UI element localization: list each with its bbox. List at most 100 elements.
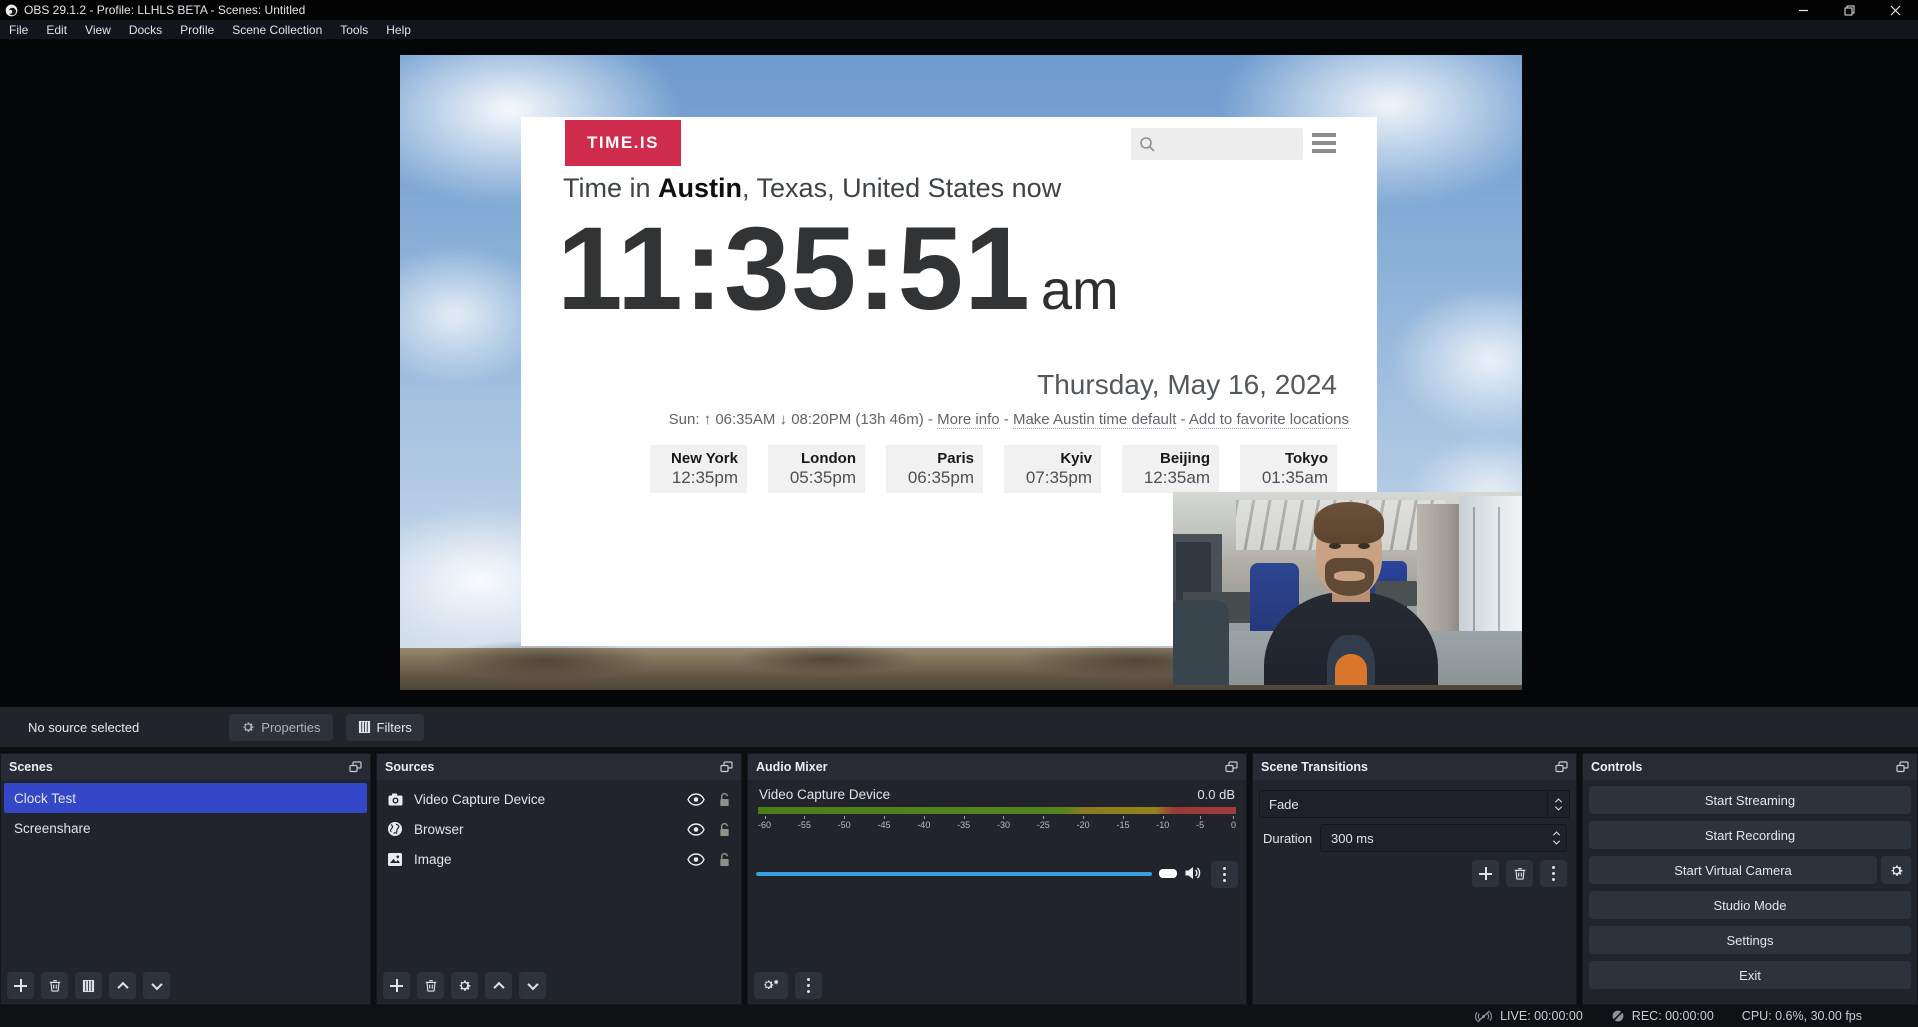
start-streaming-button[interactable]: Start Streaming — [1589, 786, 1911, 814]
virtual-camera-settings-button[interactable] — [1881, 856, 1911, 884]
controls-panel-header[interactable]: Controls — [1583, 754, 1917, 780]
filters-icon — [358, 720, 371, 734]
webcam-overlay[interactable] — [1173, 492, 1522, 685]
speaker-icon[interactable] — [1184, 865, 1202, 881]
person-eyebrow — [1357, 537, 1373, 540]
lock-icon[interactable] — [718, 792, 731, 807]
source-row-browser[interactable]: Browser — [377, 814, 741, 844]
scene-filters-button[interactable] — [75, 972, 102, 999]
visibility-eye-icon[interactable] — [687, 793, 705, 806]
menu-profile[interactable]: Profile — [171, 20, 223, 39]
menu-edit[interactable]: Edit — [37, 20, 76, 39]
properties-button[interactable]: Properties — [229, 714, 332, 741]
menu-help[interactable]: Help — [377, 20, 420, 39]
scene-item-screenshare[interactable]: Screenshare — [4, 813, 367, 843]
volume-slider-handle[interactable] — [1159, 869, 1177, 878]
source-label: Browser — [414, 822, 464, 837]
popout-icon[interactable] — [1225, 761, 1238, 773]
popout-icon[interactable] — [720, 761, 733, 773]
add-source-button[interactable] — [383, 972, 410, 999]
move-source-down-button[interactable] — [519, 972, 546, 999]
move-scene-up-button[interactable] — [109, 972, 136, 999]
hamburger-menu-icon[interactable] — [1312, 133, 1336, 157]
popout-icon[interactable] — [349, 761, 362, 773]
source-row-image[interactable]: Image — [377, 844, 741, 874]
sources-panel-header[interactable]: Sources — [377, 754, 741, 780]
sources-panel: Sources Video Capture Device Browser — [376, 753, 742, 1005]
search-icon — [1139, 136, 1156, 153]
city-kyiv[interactable]: Kyiv 07:35pm — [1004, 445, 1101, 493]
chevron-up-icon — [117, 981, 128, 992]
exit-button[interactable]: Exit — [1589, 961, 1911, 989]
add-scene-button[interactable] — [7, 972, 34, 999]
start-virtual-camera-button[interactable]: Start Virtual Camera — [1589, 856, 1877, 884]
popout-icon[interactable] — [1555, 761, 1568, 773]
advanced-audio-button[interactable] — [754, 972, 788, 999]
rec-timer: REC: 00:00:00 — [1632, 1009, 1714, 1023]
chevron-down-icon — [527, 978, 538, 989]
remove-scene-button[interactable] — [41, 972, 68, 999]
remove-source-button[interactable] — [417, 972, 444, 999]
city-tokyo[interactable]: Tokyo 01:35am — [1240, 445, 1337, 493]
source-row-video-capture[interactable]: Video Capture Device — [377, 784, 741, 814]
city-time: 12:35pm — [650, 468, 738, 488]
popout-icon[interactable] — [1896, 761, 1909, 773]
kebab-icon — [807, 978, 810, 993]
chevron-down-icon — [1555, 803, 1562, 810]
move-scene-down-button[interactable] — [143, 972, 170, 999]
audio-mixer-panel-header[interactable]: Audio Mixer — [748, 754, 1246, 780]
select-arrows[interactable] — [1547, 791, 1569, 817]
close-button[interactable] — [1872, 0, 1918, 20]
lock-icon[interactable] — [718, 822, 731, 837]
add-transition-button[interactable] — [1472, 860, 1499, 887]
timeis-logo[interactable]: TIME.IS — [565, 120, 681, 166]
menu-file[interactable]: File — [0, 20, 37, 39]
filters-button[interactable]: Filters — [346, 714, 424, 741]
more-info-link[interactable]: More info — [937, 411, 1000, 429]
scene-item-clock-test[interactable]: Clock Test — [4, 783, 367, 813]
restore-button[interactable] — [1826, 0, 1872, 20]
city-paris[interactable]: Paris 06:35pm — [886, 445, 983, 493]
spin-down-icon[interactable] — [1553, 838, 1560, 845]
menu-docks[interactable]: Docks — [120, 20, 171, 39]
lock-icon[interactable] — [718, 852, 731, 867]
minimize-button[interactable] — [1780, 0, 1826, 20]
mixer-options-button[interactable] — [1211, 861, 1238, 888]
make-default-link[interactable]: Make Austin time default — [1013, 411, 1176, 429]
duration-spinbox[interactable]: 300 ms — [1320, 824, 1567, 852]
search-input[interactable] — [1131, 128, 1303, 160]
city-newyork[interactable]: New York 12:35pm — [650, 445, 747, 493]
scenes-panel-header[interactable]: Scenes — [1, 754, 370, 780]
heading-city: Austin — [658, 173, 742, 203]
plus-icon — [390, 979, 403, 992]
city-london[interactable]: London 05:35pm — [768, 445, 865, 493]
scene-preview-canvas[interactable]: TIME.IS Time in Austin, Texas, United St… — [400, 55, 1522, 690]
scene-transitions-panel-header[interactable]: Scene Transitions — [1253, 754, 1576, 780]
selected-source-toolbar: No source selected Properties Filters — [0, 707, 1918, 747]
mixer-menu-button[interactable] — [795, 972, 822, 999]
properties-label: Properties — [261, 720, 320, 735]
heading-suffix: , Texas, United States now — [742, 173, 1061, 203]
studio-mode-button[interactable]: Studio Mode — [1589, 891, 1911, 919]
volume-slider[interactable] — [756, 872, 1152, 876]
transition-menu-button[interactable] — [1540, 860, 1567, 887]
shirt-logo — [1335, 654, 1366, 685]
clock-digits: 11:35:51 — [557, 203, 1031, 335]
source-properties-button[interactable] — [451, 972, 478, 999]
add-favorite-link[interactable]: Add to favorite locations — [1189, 411, 1349, 429]
city-beijing[interactable]: Beijing 12:35am — [1122, 445, 1219, 493]
chair-silhouette — [1173, 600, 1229, 685]
settings-button[interactable]: Settings — [1589, 926, 1911, 954]
menu-tools[interactable]: Tools — [331, 20, 377, 39]
transition-select[interactable]: Fade — [1259, 790, 1570, 818]
visibility-eye-icon[interactable] — [687, 853, 705, 866]
city-name: Tokyo — [1240, 450, 1328, 467]
menu-view[interactable]: View — [76, 20, 120, 39]
volume-slider-row — [756, 864, 1238, 884]
visibility-eye-icon[interactable] — [687, 823, 705, 836]
move-source-up-button[interactable] — [485, 972, 512, 999]
remove-transition-button[interactable] — [1506, 860, 1533, 887]
start-recording-button[interactable]: Start Recording — [1589, 821, 1911, 849]
double-gear-icon — [762, 978, 780, 993]
menu-scene-collection[interactable]: Scene Collection — [223, 20, 331, 39]
